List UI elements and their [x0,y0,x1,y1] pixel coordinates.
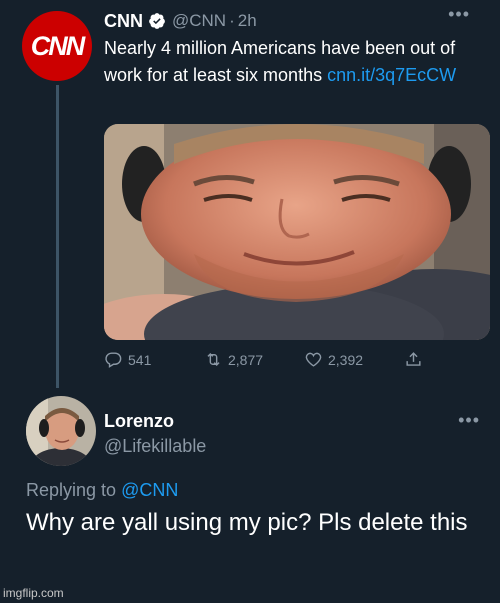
time-separator: · [229,11,235,30]
cnn-avatar[interactable]: CNN [22,11,92,81]
tweet-author-name[interactable]: CNN [104,11,143,32]
share-icon [406,352,421,366]
retweet-icon [207,352,220,367]
thread-line [56,85,59,388]
tweet-link[interactable]: cnn.it/3q7EcCW [327,65,456,85]
tweet-time[interactable]: 2h [238,11,257,31]
more-icon[interactable]: ••• [448,4,470,25]
reply-icon [105,352,122,368]
like-action[interactable]: 2,392 [304,350,363,369]
watermark: imgflip.com [3,586,64,600]
tweet-author-handle[interactable]: @CNN [172,11,226,31]
reply-author-name[interactable]: Lorenzo [104,411,174,432]
reply-more-icon[interactable]: ••• [458,410,480,431]
reply-action[interactable]: 541 [104,350,151,369]
like-count: 2,392 [328,351,364,368]
replying-prefix: Replying to [26,480,122,500]
retweet-action[interactable]: 2,877 [204,350,263,369]
replying-to-handle[interactable]: @CNN [121,480,178,500]
reply-text: Why are yall using my pic? Pls delete th… [26,509,468,536]
retweet-count: 2,877 [228,351,264,368]
avatar-photo [26,396,96,466]
verified-badge-icon [149,13,165,29]
tweet-media-photo[interactable] [104,124,490,340]
lorenzo-avatar[interactable] [26,396,96,466]
share-action[interactable] [404,350,428,369]
tweet-actions: 541 2,877 2,392 [104,350,464,374]
replying-to: Replying to @CNN [26,480,178,501]
cnn-logo-text: CNN [30,30,85,61]
reply-count: 541 [128,351,152,368]
reply-author-handle[interactable]: @Lifekillable [104,436,206,457]
like-icon [305,352,322,367]
tweet-header: CNN @CNN · 2h [104,9,257,33]
photo-illustration [104,124,490,340]
tweet-text: Nearly 4 million Americans have been out… [104,35,464,89]
